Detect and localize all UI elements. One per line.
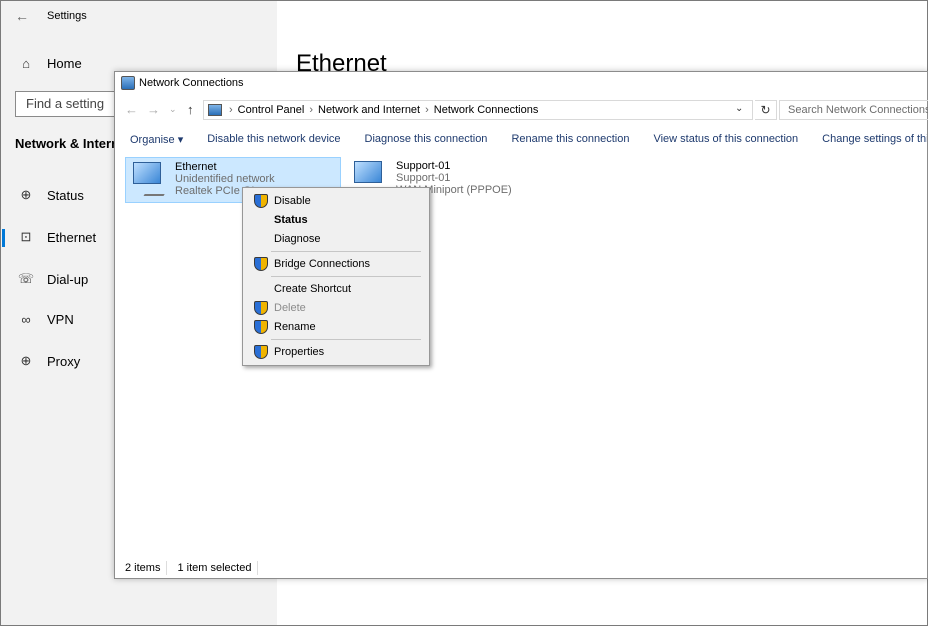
menu-item-create-shortcut[interactable]: Create Shortcut [245,280,427,298]
up-button-icon[interactable]: ↑ [187,102,194,117]
network-adapter-icon [129,160,171,200]
breadcrumb-separator-icon: › [229,104,233,116]
nav-proxy[interactable]: ⊕ Proxy [17,353,81,369]
menu-separator [271,251,421,252]
menu-item-bridge-connections[interactable]: Bridge Connections [245,255,427,273]
network-connections-window: Network Connections ← → ⌄ ↑ › Control Pa… [114,71,928,579]
connection-name: Support-01 [396,160,451,172]
menu-item-status[interactable]: Status [245,211,427,229]
back-button-icon[interactable]: ← [125,102,138,117]
context-menu: Disable Status Diagnose Bridge Connectio… [242,187,430,366]
menu-item-delete: Delete [245,299,427,317]
address-bar[interactable]: › Control Panel › Network and Internet ›… [203,100,753,120]
menu-item-disable[interactable]: Disable [245,192,427,210]
breadcrumb-control-panel[interactable]: Control Panel [238,104,305,116]
network-connections-app-icon [121,76,135,90]
address-dropdown-icon[interactable]: ⌄ [735,103,743,114]
nav-ethernet-label: Ethernet [47,229,97,245]
nav-status[interactable]: ⊕ Status [17,187,84,203]
menu-item-properties[interactable]: Properties [245,343,427,361]
view-status-button[interactable]: View status of this connection [653,133,798,145]
window-titlebar[interactable]: Network Connections [115,72,927,94]
selection-count: 1 item selected [177,562,252,574]
window-title: Network Connections [139,77,244,89]
breadcrumb-network-internet[interactable]: Network and Internet [318,104,420,116]
breadcrumb-network-connections[interactable]: Network Connections [434,104,539,116]
rename-connection-button[interactable]: Rename this connection [511,133,629,145]
nav-proxy-label: Proxy [47,353,81,369]
menu-item-diagnose[interactable]: Diagnose [245,230,427,248]
organise-button[interactable]: Organise ▾ [130,133,183,146]
nav-dialup-label: Dial-up [47,271,89,287]
nav-status-label: Status [47,187,84,203]
proxy-globe-icon: ⊕ [20,353,32,368]
breadcrumb-separator-icon: › [425,104,429,116]
diagnose-connection-button[interactable]: Diagnose this connection [365,133,488,145]
menu-item-rename[interactable]: Rename [245,318,427,336]
recent-locations-icon[interactable]: ⌄ [169,104,177,115]
forward-button-icon[interactable]: → [147,102,160,117]
uac-shield-icon [254,301,268,315]
uac-shield-icon [254,320,268,334]
nav-home[interactable]: ⌂ Home [17,56,82,71]
search-network-connections-input[interactable]: Search Network Connections [779,100,928,120]
nav-selected-indicator [2,229,5,247]
uac-shield-icon [254,345,268,359]
address-row: ← → ⌄ ↑ › Control Panel › Network and In… [115,99,928,123]
ethernet-icon: ⊡ [20,229,32,244]
status-bar: 2 items 1 item selected [115,558,927,578]
menu-separator [271,339,421,340]
command-bar: Organise ▾ Disable this network device D… [115,128,927,150]
globe-status-icon: ⊕ [20,187,32,202]
connection-name: Ethernet [175,161,217,173]
vpn-icon: ∞ [21,312,31,327]
nav-ethernet[interactable]: ⊡ Ethernet [17,229,97,245]
breadcrumb-separator-icon: › [309,104,313,116]
connections-list: Ethernet Unidentified network Realtek PC… [115,152,927,558]
settings-title: Settings [47,10,87,22]
nav-dialup[interactable]: ☏ Dial-up [17,271,88,287]
uac-shield-icon [254,194,268,208]
control-panel-icon [208,104,222,116]
menu-separator [271,276,421,277]
dialup-icon: ☏ [17,271,35,286]
nav-vpn[interactable]: ∞ VPN [17,312,74,327]
nav-home-label: Home [47,56,82,71]
refresh-icon[interactable]: ↻ [755,100,777,120]
connection-status: Support-01 [396,172,451,184]
connection-status: Unidentified network [175,173,275,185]
home-icon: ⌂ [22,56,30,71]
back-arrow-icon[interactable]: ← [15,8,29,24]
status-divider [257,561,259,575]
uac-shield-icon [254,257,268,271]
item-count: 2 items [125,562,161,574]
change-settings-button[interactable]: Change settings of this connection [822,133,927,145]
settings-titlebar: ← Settings [15,8,87,24]
nav-vpn-label: VPN [47,312,74,327]
disable-device-button[interactable]: Disable this network device [207,133,340,145]
